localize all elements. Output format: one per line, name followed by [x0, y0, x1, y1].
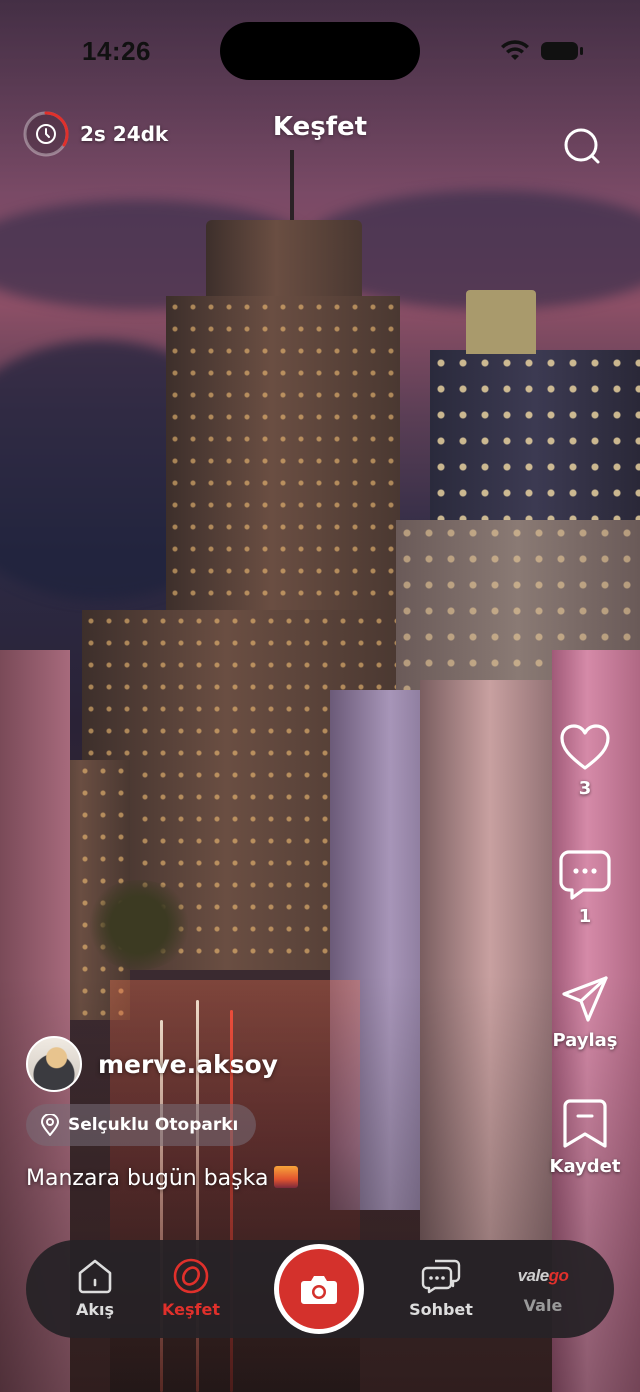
bottom-nav: Akış Keşfet Sohbet valego Vale: [26, 1240, 614, 1338]
page-title: Keşfet: [272, 112, 368, 142]
send-icon: [562, 976, 608, 1022]
camera-button-inner: [279, 1249, 359, 1329]
explore-icon: [173, 1258, 209, 1294]
comment-button[interactable]: 1: [546, 848, 624, 927]
like-count: 3: [578, 778, 592, 799]
nav-label-sohbet: Sohbet: [409, 1300, 473, 1319]
status-bar: 14:26: [0, 0, 640, 100]
sunset-emoji-icon: [274, 1166, 299, 1188]
wifi-icon: [501, 40, 529, 60]
location-chip[interactable]: Selçuklu Otoparkı: [26, 1104, 257, 1146]
post-caption: Manzara bugün başka: [26, 1166, 299, 1191]
heart-icon: [560, 724, 610, 770]
caption-text: Manzara bugün başka: [26, 1166, 269, 1191]
nav-item-kesfet[interactable]: Keşfet: [146, 1258, 236, 1319]
chat-icon: [421, 1259, 461, 1294]
nav-label-akis: Akış: [75, 1300, 115, 1319]
bookmark-icon: [563, 1099, 607, 1148]
valego-logo: valego: [517, 1266, 569, 1285]
post-author[interactable]: merve.aksoy: [26, 1036, 278, 1092]
save-button[interactable]: Kaydet: [546, 1098, 624, 1177]
location-pin-icon: [40, 1114, 60, 1136]
nav-label-kesfet: Keşfet: [162, 1300, 220, 1319]
status-time: 14:26: [82, 36, 151, 66]
nav-item-akis[interactable]: Akış: [50, 1258, 140, 1319]
camera-icon: [301, 1276, 337, 1304]
location-text: Selçuklu Otoparkı: [68, 1115, 239, 1135]
like-button[interactable]: 3: [546, 724, 624, 799]
battery-icon: [541, 42, 583, 60]
share-label: Paylaş: [552, 1030, 618, 1051]
home-icon: [78, 1259, 112, 1294]
nav-item-vale[interactable]: valego Vale: [498, 1262, 588, 1315]
comment-count: 1: [578, 906, 592, 927]
avatar[interactable]: [26, 1036, 82, 1092]
share-button[interactable]: Paylaş: [546, 974, 624, 1051]
save-label: Kaydet: [549, 1156, 621, 1177]
camera-button[interactable]: [274, 1244, 364, 1334]
nav-item-sohbet[interactable]: Sohbet: [396, 1258, 486, 1319]
search-icon[interactable]: [560, 124, 604, 168]
username[interactable]: merve.aksoy: [98, 1050, 278, 1079]
comment-icon: [559, 850, 611, 900]
nav-label-vale: Vale: [523, 1296, 563, 1315]
dynamic-island: [220, 22, 420, 80]
